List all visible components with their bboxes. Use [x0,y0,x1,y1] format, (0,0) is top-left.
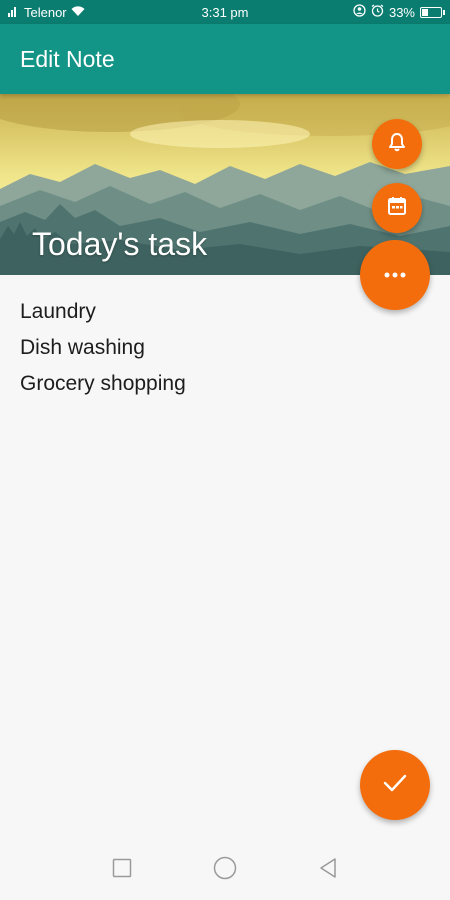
note-line[interactable]: Laundry [20,294,360,330]
calendar-button[interactable] [372,183,422,233]
battery-percent: 33% [388,4,415,20]
recent-apps-icon [112,858,132,883]
location-icon [353,4,366,20]
back-icon [318,857,338,884]
status-right: 33% [292,4,445,20]
bell-icon [386,131,408,158]
app-bar: Edit Note [0,24,450,94]
note-line[interactable]: Grocery shopping [20,366,360,402]
signal-icon [8,5,20,20]
note-title[interactable]: Today's task [32,226,207,263]
home-icon [213,856,237,885]
note-line[interactable]: Dish washing [20,330,360,366]
recent-apps-button[interactable] [102,850,142,890]
navigation-bar [0,840,450,900]
more-icon [383,266,407,284]
wifi-icon [71,5,85,20]
app-title: Edit Note [20,45,115,72]
reminder-button[interactable] [372,119,422,169]
carrier-name: Telenor [24,4,67,20]
status-time: 3:31 pm [201,4,249,20]
note-body[interactable]: Laundry Dish washing Grocery shopping [20,294,360,402]
save-button[interactable] [360,750,430,820]
status-bar: Telenor 3:31 pm 33% [0,0,450,24]
calendar-icon [386,195,408,222]
battery-icon [420,6,445,18]
battery-fill [422,8,428,16]
back-button[interactable] [308,850,348,890]
alarm-icon [371,4,384,20]
more-options-button[interactable] [360,240,430,310]
status-left: Telenor [8,5,158,20]
home-button[interactable] [205,850,245,890]
check-icon [382,773,408,798]
